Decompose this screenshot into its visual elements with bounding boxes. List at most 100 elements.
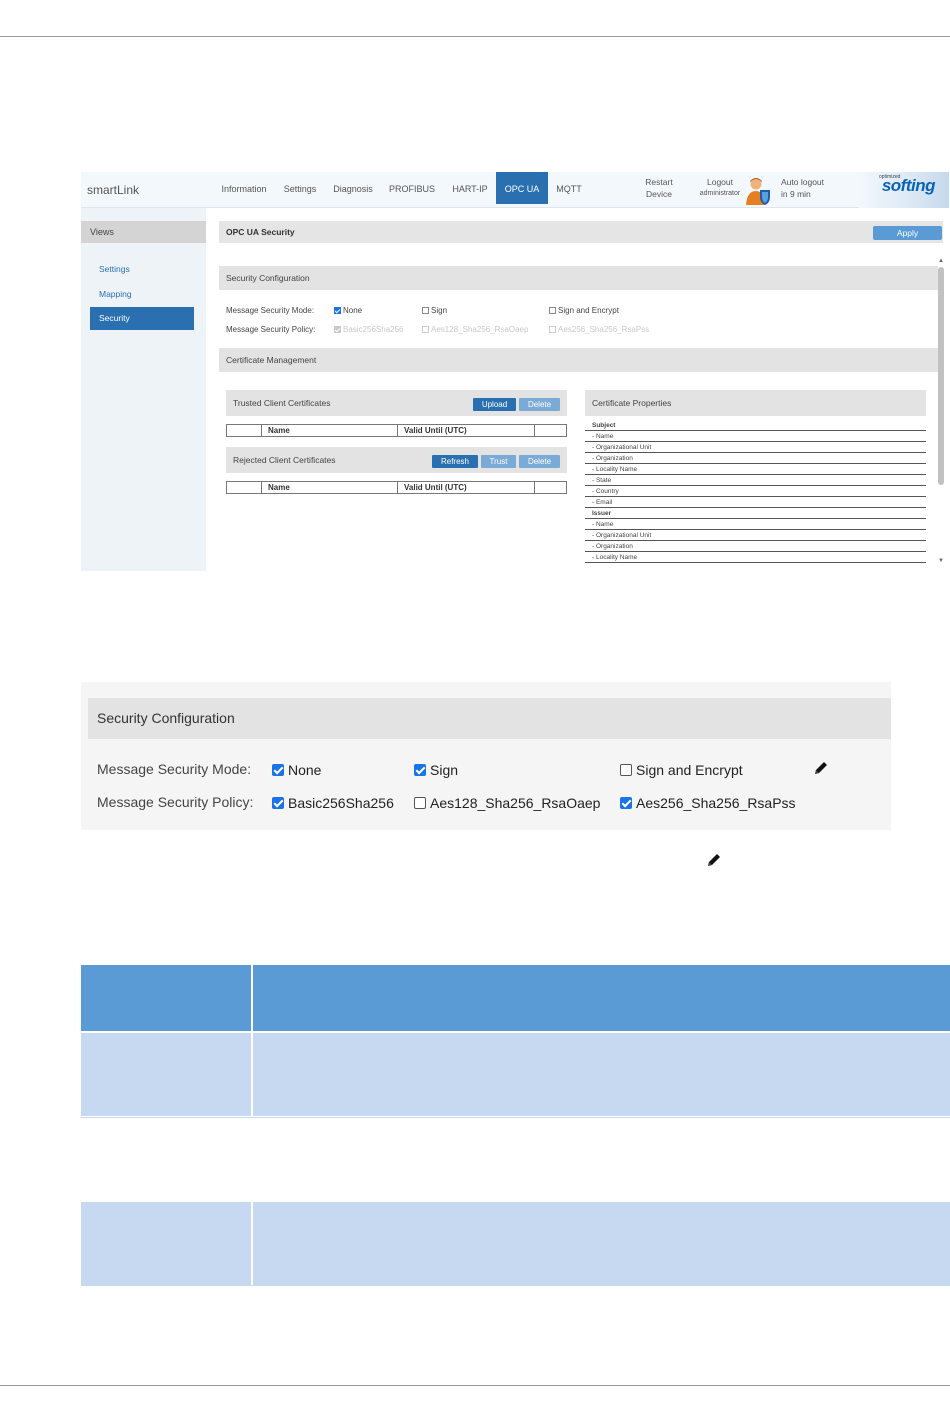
checkbox-unchecked <box>414 797 426 809</box>
policy-basic256-checkbox: Basic256Sha256 <box>334 325 404 334</box>
pencil-icon[interactable] <box>813 760 829 776</box>
page-title: OPC UA Security <box>226 227 295 237</box>
refresh-button[interactable]: Refresh <box>432 455 478 468</box>
prop-issuer-locality: - Locality Name <box>585 552 926 563</box>
mode-sign-label: Sign <box>431 306 448 315</box>
checkbox-checked <box>620 797 632 809</box>
nav-diagnosis[interactable]: Diagnosis <box>328 172 378 204</box>
mode-sign-encrypt-label: Sign and Encrypt <box>558 306 619 315</box>
user-shield-icon <box>746 178 770 205</box>
column-spacer <box>534 482 566 493</box>
auto-logout-line1: Auto logout <box>781 177 825 187</box>
policy-aes256-checkbox: Aes256_Sha256_RsaPss <box>549 325 649 334</box>
nav-information[interactable]: Information <box>217 172 271 204</box>
sidebar-item-security[interactable]: Security <box>90 307 194 330</box>
nav-profibus[interactable]: PROFIBUS <box>384 172 440 204</box>
trusted-certificates-title: Trusted Client Certificates <box>233 398 331 408</box>
policy-basic256-checkbox[interactable]: Basic256Sha256 <box>272 795 394 811</box>
nav-settings[interactable]: Settings <box>278 172 322 204</box>
apply-button[interactable]: Apply <box>873 226 942 240</box>
mode-sign-encrypt-checkbox[interactable]: Sign and Encrypt <box>620 762 743 778</box>
message-security-policy-label: Message Security Policy: <box>97 794 254 810</box>
scroll-thumb[interactable] <box>938 267 944 485</box>
security-configuration-zoom: Security Configuration Message Security … <box>81 682 891 830</box>
prop-issuer-org: - Organization <box>585 541 926 552</box>
prop-subject-org: - Organization <box>585 453 926 464</box>
nav-hart-ip[interactable]: HART-IP <box>446 172 494 204</box>
restart-device-button[interactable]: Restart Device <box>641 176 677 200</box>
table-row-1-col2 <box>253 1033 950 1116</box>
table-bottom-line <box>81 1285 950 1286</box>
table-row-3-col1 <box>81 1202 251 1285</box>
checkbox-unchecked <box>549 326 556 333</box>
policy-basic256-label: Basic256Sha256 <box>288 795 394 811</box>
mode-none-checkbox[interactable]: None <box>272 762 321 778</box>
mode-sign-checkbox[interactable]: Sign <box>422 306 447 315</box>
logout-button[interactable]: Logout administrator <box>693 176 747 200</box>
security-configuration-header: Security Configuration <box>219 266 938 290</box>
top-rule <box>0 36 950 37</box>
mode-sign-checkbox[interactable]: Sign <box>414 762 458 778</box>
checkbox-checked <box>334 307 341 314</box>
nav-mqtt[interactable]: MQTT <box>550 172 588 204</box>
column-name: Name <box>261 482 397 493</box>
sidebar-item-settings[interactable]: Settings <box>90 258 194 281</box>
certificate-properties-header: Certificate Properties <box>585 390 926 416</box>
prop-subject-country: - Country <box>585 486 926 497</box>
column-name: Name <box>261 425 397 436</box>
main-content: OPC UA Security Apply Security Configura… <box>219 221 949 571</box>
checkbox-unchecked <box>549 307 556 314</box>
scroll-up-arrow-icon[interactable]: ▲ <box>938 258 944 264</box>
mode-none-checkbox[interactable]: None <box>334 306 362 315</box>
prop-issuer-org-unit: - Organizational Unit <box>585 530 926 541</box>
vertical-scrollbar[interactable]: ▲ ▼ <box>937 258 945 568</box>
checkbox-unchecked <box>422 307 429 314</box>
prop-subject-locality: - Locality Name <box>585 464 926 475</box>
policy-aes128-label: Aes128_Sha256_RsaOaep <box>430 795 601 811</box>
checkbox-unchecked <box>422 326 429 333</box>
sidebar: Views Settings Mapping Security <box>81 208 206 571</box>
sidebar-item-mapping[interactable]: Mapping <box>90 283 194 306</box>
logout-line1: Logout <box>707 177 733 187</box>
upload-button[interactable]: Upload <box>473 398 516 411</box>
top-navigation-bar: smartLink Information Settings Diagnosis… <box>81 172 949 208</box>
message-security-mode-label: Message Security Mode: <box>97 761 252 777</box>
policy-aes256-label: Aes256_Sha256_RsaPss <box>558 325 650 334</box>
delete-trusted-button[interactable]: Delete <box>519 398 560 411</box>
auto-logout-line2: in 9 min <box>781 189 811 199</box>
delete-rejected-button[interactable]: Delete <box>519 455 560 468</box>
mode-sign-encrypt-checkbox[interactable]: Sign and Encrypt <box>549 306 619 315</box>
pencil-icon <box>708 854 720 866</box>
mode-sign-encrypt-label: Sign and Encrypt <box>636 762 743 778</box>
policy-aes128-checkbox[interactable]: Aes128_Sha256_RsaOaep <box>414 795 600 811</box>
prop-subject: Subject <box>585 420 926 431</box>
column-valid-until: Valid Until (UTC) <box>397 425 534 436</box>
trust-button[interactable]: Trust <box>481 455 516 468</box>
mode-none-label: None <box>343 306 363 315</box>
rejected-certificates-title: Rejected Client Certificates <box>233 455 336 465</box>
prop-issuer-name: - Name <box>585 519 926 530</box>
softing-logo: optimized softing <box>859 172 949 208</box>
checkbox-checked <box>272 797 284 809</box>
table-row-3-col2 <box>253 1202 950 1285</box>
policy-aes256-checkbox[interactable]: Aes256_Sha256_RsaPss <box>620 795 796 811</box>
column-valid-until: Valid Until (UTC) <box>397 482 534 493</box>
scroll-down-arrow-icon[interactable]: ▼ <box>938 558 944 564</box>
checkbox-checked <box>272 764 284 776</box>
checkbox-checked <box>414 764 426 776</box>
brand-name: smartLink <box>87 183 140 197</box>
prop-subject-name: - Name <box>585 431 926 442</box>
trusted-certificates-table-header: Name Valid Until (UTC) <box>226 424 567 437</box>
prop-subject-org-unit: - Organizational Unit <box>585 442 926 453</box>
prop-issuer: Issuer <box>585 508 926 519</box>
security-configuration-title: Security Configuration <box>88 698 891 739</box>
bottom-rule <box>0 1385 950 1386</box>
restart-line2: Device <box>646 189 672 199</box>
certificate-properties-list: Subject - Name - Organizational Unit - O… <box>585 420 926 570</box>
table-header-col2 <box>253 965 950 1031</box>
table-header-col1 <box>81 965 251 1031</box>
column-spacer <box>534 425 566 436</box>
certificate-management-header: Certificate Management <box>219 348 938 372</box>
nav-opc-ua[interactable]: OPC UA <box>496 172 548 204</box>
policy-aes128-checkbox: Aes128_Sha256_RsaOaep <box>422 325 528 334</box>
